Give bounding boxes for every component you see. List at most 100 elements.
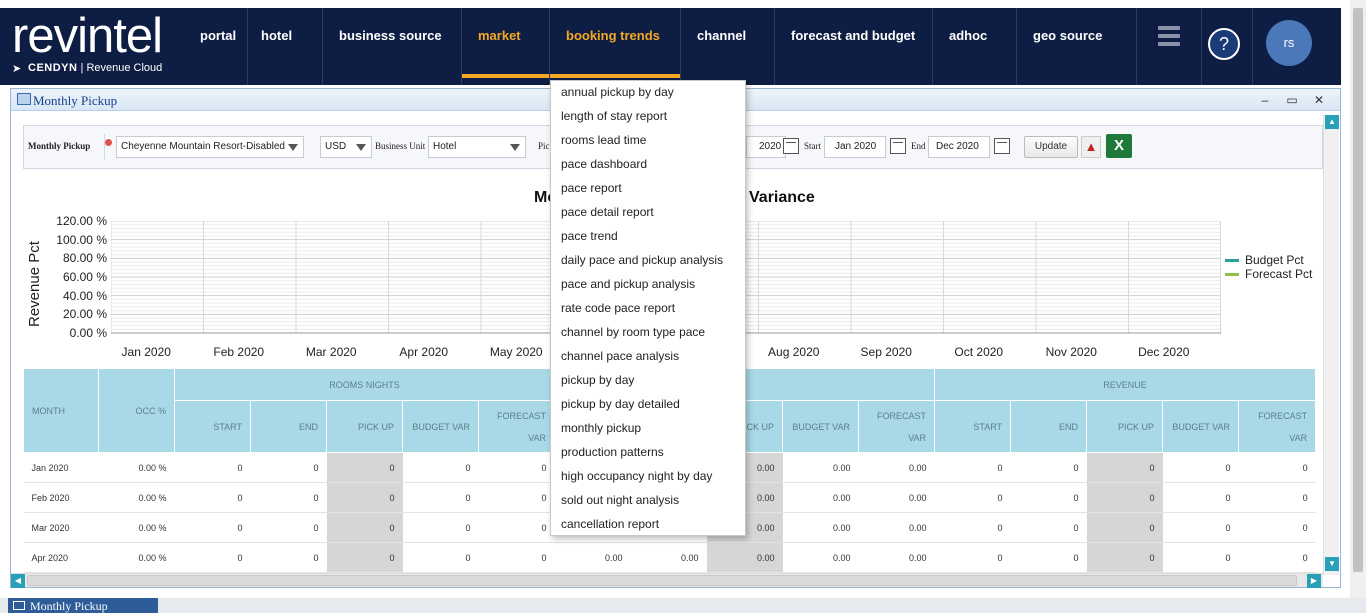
page-vertical-scrollbar[interactable] — [1350, 0, 1366, 598]
col-rn-forecast-var[interactable]: FORECAST VAR — [477, 400, 556, 453]
update-button[interactable]: Update — [1024, 136, 1078, 158]
scroll-down-button[interactable]: ▼ — [1325, 557, 1339, 571]
col-occ[interactable]: OCC % — [98, 368, 175, 453]
table-row[interactable]: Apr 2020 0.00 % 0 0 0 0 0 0.00 0.00 0.00 0.00 0.00 0… — [23, 542, 1316, 573]
end-date-input[interactable]: Dec 2020 — [928, 136, 990, 158]
hamburger-menu-icon[interactable] — [1158, 26, 1180, 46]
start-date-input[interactable]: Jan 2020 — [824, 136, 886, 158]
col-rev-budget-var[interactable]: BUDGET VAR — [1162, 400, 1240, 453]
table-cell: 0 — [174, 482, 251, 513]
var-label: VAR — [528, 432, 547, 443]
scroll-left-button[interactable]: ◀ — [11, 574, 25, 588]
window-vertical-scrollbar[interactable]: ▲ ▼ — [1323, 115, 1339, 575]
nav-item-booking-trends[interactable]: booking trends — [550, 8, 681, 85]
menu-item[interactable]: cancellation report — [561, 517, 659, 531]
horizontal-scroll-thumb[interactable] — [27, 575, 1297, 586]
page-scroll-thumb[interactable] — [1353, 8, 1363, 572]
calendar-icon[interactable] — [994, 138, 1010, 154]
col-rn-pickup[interactable]: PICK UP — [326, 400, 403, 453]
col-rev-start[interactable]: START — [934, 400, 1012, 453]
toolbar-separator — [104, 134, 105, 160]
currency-select[interactable]: USD — [320, 136, 372, 158]
var-label: VAR — [1289, 432, 1308, 443]
x-tick-label: Dec 2020 — [1138, 345, 1190, 359]
x-tick-label: Jan 2020 — [121, 345, 171, 359]
nav-item-forecast-and-budget[interactable]: forecast and budget — [775, 8, 933, 85]
nav-item-channel[interactable]: channel — [681, 8, 775, 85]
pickup-date-input[interactable]: 2020 — [746, 136, 786, 158]
app-root: revintel ➤ CENDYN | Revenue Cloud portal… — [0, 0, 1366, 613]
calendar-icon[interactable] — [890, 138, 906, 154]
window-horizontal-scrollbar[interactable]: ◀ ▶ — [11, 573, 1323, 588]
calendar-icon[interactable] — [783, 138, 799, 154]
menu-item[interactable]: pace and pickup analysis — [561, 277, 695, 291]
chevron-down-icon — [356, 144, 366, 151]
menu-item[interactable]: length of stay report — [561, 109, 667, 123]
business-unit-select[interactable]: Hotel — [428, 136, 526, 158]
menu-item[interactable]: pickup by day — [561, 373, 634, 387]
menu-item[interactable]: production patterns — [561, 445, 664, 459]
start-date-value: Jan 2020 — [835, 141, 877, 152]
nav-item-geo-source[interactable]: geo source — [1017, 8, 1137, 85]
help-button[interactable]: ? — [1208, 28, 1240, 60]
col-rev-forecast-var[interactable]: FORECAST VAR — [1238, 400, 1317, 453]
nav-item-label: forecast and budget — [791, 28, 916, 43]
scroll-right-button[interactable]: ▶ — [1307, 574, 1321, 588]
menu-item[interactable]: sold out night analysis — [561, 493, 679, 507]
y-tick-label: 120.00 % — [56, 214, 107, 228]
col-adr-budget-var[interactable]: BUDGET VAR — [782, 400, 860, 453]
menu-item[interactable]: annual pickup by day — [561, 85, 674, 99]
pdf-export-icon[interactable]: ▲ — [1081, 136, 1101, 158]
menu-item[interactable]: rooms lead time — [561, 133, 646, 147]
menu-item[interactable]: pace report — [561, 181, 622, 195]
close-button[interactable]: ✕ — [1311, 92, 1327, 108]
pickup-date-value: 2020 — [759, 141, 782, 152]
table-cell: 0 — [1010, 452, 1087, 483]
var-label: VAR — [908, 432, 927, 443]
col-adr-forecast-var[interactable]: FORECAST VAR — [858, 400, 936, 453]
table-cell: 0.00 — [630, 542, 707, 573]
col-month[interactable]: MONTH — [23, 368, 99, 453]
table-cell: 0.00 — [858, 482, 935, 513]
maximize-button[interactable]: ▭ — [1284, 92, 1300, 108]
nav-item-adhoc[interactable]: adhoc — [933, 8, 1017, 85]
menu-item[interactable]: rate code pace report — [561, 301, 675, 315]
table-cell: 0.00 — [782, 452, 859, 483]
end-date-value: Dec 2020 — [936, 141, 979, 152]
nav-item-label: hotel — [261, 28, 293, 43]
table-cell: Feb 2020 — [23, 482, 99, 513]
menu-item[interactable]: daily pace and pickup analysis — [561, 253, 723, 267]
nav-item-hotel[interactable]: hotel — [245, 8, 323, 85]
forecast-label: FORECAST — [497, 410, 547, 421]
nav-item-business-source[interactable]: business source — [323, 8, 462, 85]
nav-item-market[interactable]: market — [462, 8, 550, 85]
col-rn-start[interactable]: START — [174, 400, 251, 453]
user-avatar[interactable]: rs — [1266, 20, 1312, 66]
logo-subtitle: CENDYN | Revenue Cloud — [28, 62, 163, 74]
legend-item[interactable]: Forecast Pct — [1225, 267, 1312, 281]
col-rev-pickup[interactable]: PICK UP — [1086, 400, 1164, 453]
cendyn-mark-icon: ➤ — [12, 63, 22, 75]
col-rn-end[interactable]: END — [250, 400, 327, 453]
window-report-icon — [17, 93, 31, 105]
scroll-up-button[interactable]: ▲ — [1325, 115, 1339, 129]
property-select[interactable]: Cheyenne Mountain Resort-Disabled — [116, 136, 304, 158]
menu-item[interactable]: pace dashboard — [561, 157, 647, 171]
menu-item[interactable]: pace trend — [561, 229, 618, 243]
revintel-logo[interactable]: revintel ➤ CENDYN | Revenue Cloud — [12, 10, 192, 78]
table-cell: 0 — [934, 452, 1011, 483]
nav-item-portal[interactable]: portal — [184, 8, 248, 85]
excel-export-icon[interactable]: X — [1106, 134, 1132, 158]
menu-item[interactable]: monthly pickup — [561, 421, 641, 435]
taskbar-tab-monthly-pickup[interactable]: Monthly Pickup — [8, 598, 158, 613]
menu-item[interactable]: pickup by day detailed — [561, 397, 680, 411]
menu-item[interactable]: high occupancy night by day — [561, 469, 712, 483]
col-rev-end[interactable]: END — [1010, 400, 1088, 453]
menu-item[interactable]: channel by room type pace — [561, 325, 705, 339]
legend-item[interactable]: Budget Pct — [1225, 253, 1304, 267]
menu-item[interactable]: channel pace analysis — [561, 349, 679, 363]
minimize-button[interactable]: – — [1257, 92, 1273, 108]
menu-item[interactable]: pace detail report — [561, 205, 654, 219]
col-rn-budget-var[interactable]: BUDGET VAR — [402, 400, 479, 453]
legend-swatch — [1225, 273, 1239, 277]
